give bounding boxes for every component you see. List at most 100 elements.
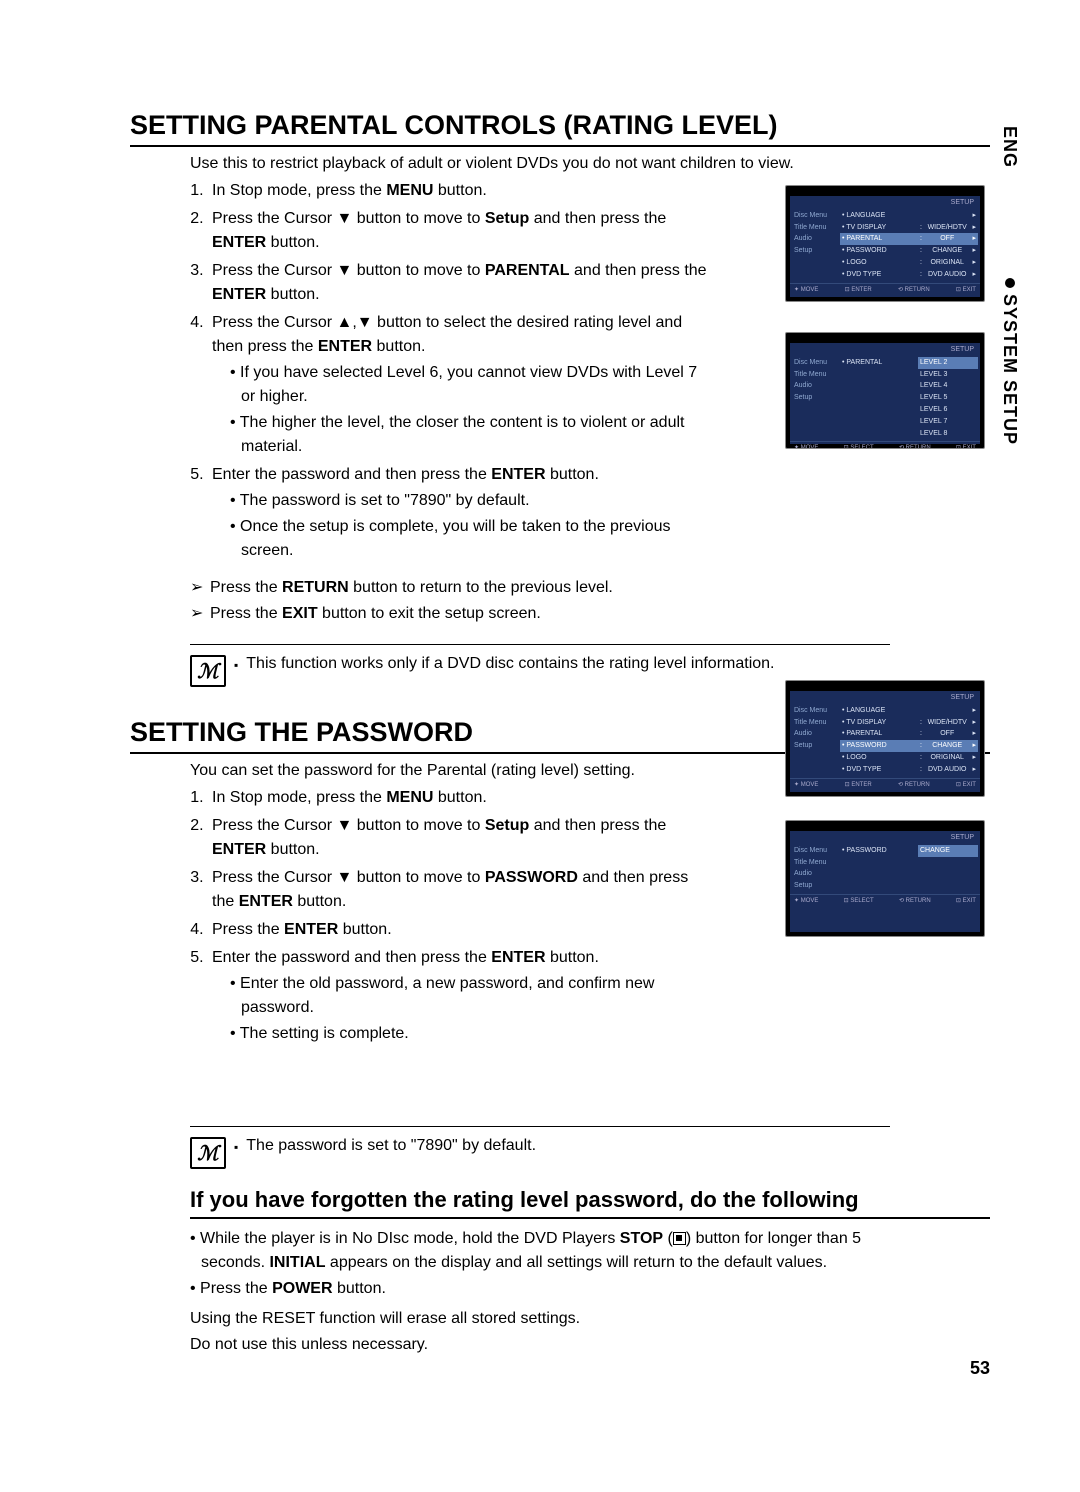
note-text: The password is set to "7890" by default… (246, 1137, 536, 1155)
osd-title: SETUP (951, 198, 974, 208)
stop-icon (673, 1232, 686, 1245)
t: MOVE (801, 898, 819, 904)
t: EXIT (963, 898, 976, 904)
text: Press the Cursor ▼ button to move to (212, 869, 485, 886)
step-1: In Stop mode, press the MENU button. (208, 786, 708, 810)
bold: ENTER (212, 286, 266, 303)
t: EXIT (963, 782, 976, 788)
page-number: 53 (970, 1358, 990, 1379)
text: Enter the old password, a new password, … (240, 975, 654, 1016)
step-2: Press the Cursor ▼ button to move to Set… (208, 207, 708, 255)
bold: ENTER (284, 921, 338, 938)
note-icon: ℳ (190, 655, 226, 687)
text: In Stop mode, press the (212, 182, 386, 199)
step-1: In Stop mode, press the MENU button. (208, 179, 708, 203)
arrow-icon: ➢ (190, 601, 210, 627)
t: RETURN (905, 782, 930, 788)
t: MOVE (801, 782, 819, 788)
text: button. (546, 466, 599, 483)
bold: ENTER (212, 841, 266, 858)
text: Press the (210, 605, 282, 622)
bold: PARENTAL (485, 262, 570, 279)
osd-screenshot-3: SETUP Disc Menu• LANGUAGE▸Title Menu• TV… (785, 680, 985, 797)
text: button. (372, 338, 425, 355)
arrow-icon: ➢ (190, 575, 210, 601)
side-section-tab: SYSTEM SETUP (999, 278, 1020, 445)
osd-screenshot-1: SETUP Disc Menu• LANGUAGE▸Title Menu• TV… (785, 185, 985, 302)
bold: INITIAL (269, 1254, 325, 1271)
bold: MENU (386, 789, 433, 806)
step-3: Press the Cursor ▼ button to move to PAR… (208, 259, 708, 307)
text: button to exit the setup screen. (318, 605, 541, 622)
text: button. (546, 949, 599, 966)
note-text: This function works only if a DVD disc c… (246, 655, 774, 673)
t: SELECT (850, 445, 873, 449)
note-box-b: ℳ ▪ The password is set to "7890" by def… (190, 1126, 890, 1169)
text: button. (293, 893, 346, 910)
t: RETURN (906, 898, 931, 904)
bold: RETURN (282, 579, 349, 596)
section-a-steps: In Stop mode, press the MENU button. Pre… (190, 179, 708, 563)
text: In Stop mode, press the (212, 789, 386, 806)
t: ENTER (851, 782, 871, 788)
t: EXIT (963, 287, 976, 293)
bold: ENTER (212, 234, 266, 251)
plain-text-2: Do not use this unless necessary. (190, 1333, 990, 1357)
step-5: Enter the password and then press the EN… (208, 946, 708, 1046)
text: and then press the (570, 262, 707, 279)
sub-bullet: • Once the setup is complete, you will b… (230, 515, 708, 563)
text: button. (266, 841, 319, 858)
side-section-label: SYSTEM SETUP (999, 294, 1020, 445)
plain-text-1: Using the RESET function will erase all … (190, 1307, 990, 1331)
text: While the player is in No DIsc mode, hol… (200, 1230, 620, 1247)
osd-title: SETUP (951, 693, 974, 703)
sub-bullet: • Enter the old password, a new password… (230, 972, 708, 1020)
sub-bullet: • The higher the level, the closer the c… (230, 411, 708, 459)
text: button. (433, 789, 486, 806)
text: and then press the (529, 210, 666, 227)
text: button. (433, 182, 486, 199)
text: Press the (200, 1280, 272, 1297)
bold: PASSWORD (485, 869, 578, 886)
arrow-notes: ➢Press the RETURN button to return to th… (190, 575, 990, 626)
text: Press the Cursor ▲,▼ button to select th… (212, 314, 682, 355)
text: button. (338, 921, 391, 938)
text: The password is set to "7890" by default… (240, 492, 530, 509)
bold: Setup (485, 210, 529, 227)
bold: ENTER (491, 466, 545, 483)
bold: POWER (272, 1280, 332, 1297)
sub-bullet: • The password is set to "7890" by defau… (230, 489, 708, 513)
t: MOVE (801, 445, 819, 449)
text: appears on the display and all settings … (325, 1254, 827, 1271)
t: MOVE (801, 287, 819, 293)
t: SELECT (850, 898, 873, 904)
text: Enter the password and then press the (212, 466, 491, 483)
sub-bullet: • If you have selected Level 6, you cann… (230, 361, 708, 409)
sub-bullet: • The setting is complete. (230, 1022, 708, 1046)
step-2: Press the Cursor ▼ button to move to Set… (208, 814, 708, 862)
bold: ENTER (318, 338, 372, 355)
text: Once the setup is complete, you will be … (240, 518, 670, 559)
side-lang-tab: ENG (999, 126, 1020, 168)
bold: ENTER (491, 949, 545, 966)
bullet-icon: ▪ (234, 1140, 238, 1154)
section-c-title: If you have forgotten the rating level p… (190, 1187, 990, 1219)
text: Press the (210, 579, 282, 596)
text: and then press the (529, 817, 666, 834)
step-4: Press the ENTER button. (208, 918, 708, 942)
bold: EXIT (282, 605, 318, 622)
bold: ENTER (239, 893, 293, 910)
section-c-bullets: • While the player is in No DIsc mode, h… (190, 1227, 910, 1301)
text: button to return to the previous level. (349, 579, 613, 596)
section-b-steps: In Stop mode, press the MENU button. Pre… (190, 786, 708, 1046)
text: button. (266, 286, 319, 303)
t: EXIT (963, 445, 976, 449)
step-3: Press the Cursor ▼ button to move to PAS… (208, 866, 708, 914)
bold: MENU (386, 182, 433, 199)
osd-title: SETUP (951, 345, 974, 355)
section-a-intro: Use this to restrict playback of adult o… (190, 155, 990, 173)
step-4: Press the Cursor ▲,▼ button to select th… (208, 311, 708, 459)
bold: Setup (485, 817, 529, 834)
text: Press the Cursor ▼ button to move to (212, 210, 485, 227)
t: ENTER (851, 287, 871, 293)
